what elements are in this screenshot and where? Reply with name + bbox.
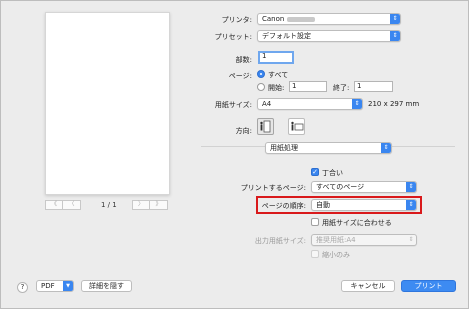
highlight-frame — [256, 196, 422, 214]
pdf-label: PDF — [41, 282, 55, 290]
pager-back-group: 《 〈 — [45, 200, 81, 210]
printer-popup[interactable]: Canon ⇕ — [257, 13, 401, 25]
dropdown-arrow-icon: ▼ — [63, 281, 73, 291]
orientation-label: 方向: — [235, 127, 252, 135]
landscape-orientation-button[interactable] — [288, 118, 305, 135]
printer-model-redacted — [287, 16, 316, 22]
copies-field[interactable]: 1 — [258, 51, 294, 64]
dest-paper-popup[interactable]: 推奨用紙:A4 ⇕ — [311, 234, 417, 246]
pdf-menu-button[interactable]: PDF ▼ — [36, 280, 74, 292]
pages-all-label: すべて — [268, 71, 289, 79]
pages-all-radio[interactable] — [257, 70, 265, 78]
print-button[interactable]: プリント — [401, 280, 456, 292]
popup-arrows-icon: ⇕ — [406, 182, 416, 192]
preset-popup[interactable]: デフォルト設定 ⇕ — [257, 30, 401, 42]
popup-arrows-icon: ⇕ — [408, 236, 414, 243]
popup-arrows-icon: ⇕ — [390, 31, 400, 41]
paper-size-value: A4 — [262, 100, 272, 108]
pages-range-radio[interactable] — [257, 83, 265, 91]
scale-down-only-label: 縮小のみ — [322, 251, 350, 259]
portrait-person-icon — [260, 120, 271, 133]
print-dialog: 《 〈 1 / 1 〉 》 プリンタ: Canon ⇕ プリセット: デフォルト… — [0, 0, 469, 309]
section-value: 用紙処理 — [270, 144, 298, 152]
cancel-button[interactable]: キャンセル — [341, 280, 395, 292]
next-page-button[interactable]: 〉 — [132, 200, 150, 210]
collate-label: 丁合い — [322, 169, 343, 177]
dest-paper-label: 出力用紙サイズ: — [254, 237, 306, 245]
scale-to-fit-checkbox[interactable] — [311, 218, 319, 226]
pages-to-print-label: プリントするページ: — [240, 184, 306, 192]
scale-to-fit-label: 用紙サイズに合わせる — [322, 219, 392, 227]
copies-label: 部数: — [235, 56, 252, 64]
popup-arrows-icon: ⇕ — [352, 99, 362, 109]
pages-to-field[interactable]: 1 — [354, 81, 393, 92]
printer-value: Canon — [262, 15, 285, 23]
help-button[interactable]: ? — [17, 282, 28, 293]
page-preview — [45, 12, 170, 195]
previous-page-button[interactable]: 〈 — [63, 200, 81, 210]
last-page-button[interactable]: 》 — [150, 200, 168, 210]
popup-arrows-icon: ⇕ — [390, 14, 400, 24]
scale-down-only-checkbox[interactable] — [311, 250, 319, 258]
page-indicator: 1 / 1 — [101, 201, 117, 209]
printer-label: プリンタ: — [221, 16, 252, 24]
paper-size-label: 用紙サイズ: — [214, 101, 252, 109]
popup-arrows-icon: ⇕ — [381, 143, 391, 153]
dest-paper-value: 推奨用紙:A4 — [316, 236, 356, 244]
pager-forward-group: 〉 》 — [132, 200, 168, 210]
paper-size-popup[interactable]: A4 ⇕ — [257, 98, 363, 110]
collate-checkbox[interactable]: ✓ — [311, 168, 319, 176]
first-page-button[interactable]: 《 — [45, 200, 63, 210]
pages-to-label: 終了: — [333, 84, 350, 92]
pages-from-field[interactable]: 1 — [289, 81, 327, 92]
hide-details-button[interactable]: 詳細を隠す — [81, 280, 132, 292]
pages-from-label: 開始: — [268, 84, 285, 92]
landscape-person-icon — [291, 121, 304, 131]
preset-label: プリセット: — [214, 33, 252, 41]
portrait-orientation-button[interactable] — [257, 118, 274, 135]
pages-label: ページ: — [228, 72, 252, 80]
pages-to-print-value: すべてのページ — [316, 183, 365, 191]
paper-dimensions: 210 x 297 mm — [368, 100, 420, 108]
pages-to-print-popup[interactable]: すべてのページ ⇕ — [311, 181, 417, 193]
section-popup[interactable]: 用紙処理 ⇕ — [265, 142, 392, 154]
preset-value: デフォルト設定 — [262, 32, 311, 40]
